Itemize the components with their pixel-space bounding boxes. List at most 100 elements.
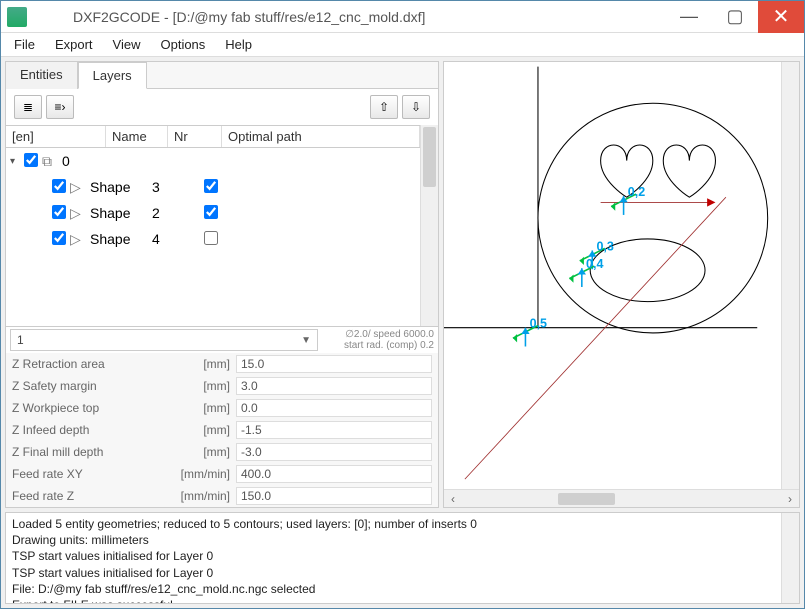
log-scrollbar[interactable]: [781, 513, 799, 603]
param-label: Feed rate XY: [12, 467, 172, 481]
param-value[interactable]: -1.5: [236, 421, 432, 439]
opt-checkbox[interactable]: [204, 231, 218, 245]
row-nr: 3: [152, 179, 204, 195]
svg-text:0,3: 0,3: [596, 239, 613, 253]
shape-icon: ▷: [70, 205, 90, 222]
tool-info-line1: ∅2.0/ speed 6000.0: [324, 329, 434, 340]
tool-row: 1 ▼ ∅2.0/ speed 6000.0 start rad. (comp)…: [6, 326, 438, 353]
close-button[interactable]: ✕: [758, 1, 804, 33]
param-unit: [mm]: [172, 445, 236, 459]
param-label: Z Retraction area: [12, 357, 172, 371]
param-unit: [mm]: [172, 401, 236, 415]
param-unit: [mm/min]: [172, 489, 236, 503]
col-opt[interactable]: Optimal path: [222, 126, 420, 147]
expander-icon[interactable]: ▾: [10, 156, 24, 167]
param-unit: [mm]: [172, 423, 236, 437]
upper-area: Entities Layers ≣ ≡› ⇧ ⇩ [en] Name Nr: [1, 57, 804, 512]
svg-text:0,4: 0,4: [586, 257, 603, 271]
left-panel: Entities Layers ≣ ≡› ⇧ ⇩ [en] Name Nr: [5, 61, 439, 508]
layer-toolbar: ≣ ≡› ⇧ ⇩: [6, 89, 438, 125]
canvas-hscroll[interactable]: ‹ ›: [444, 489, 799, 507]
minimize-button[interactable]: —: [666, 1, 712, 33]
tree-header: [en] Name Nr Optimal path: [6, 125, 420, 148]
param-value[interactable]: -3.0: [236, 443, 432, 461]
opt-checkbox[interactable]: [204, 205, 218, 219]
row-name: Shape: [90, 231, 152, 247]
titlebar: DXF2GCODE - [D:/@my fab stuff/res/e12_cn…: [1, 1, 804, 33]
param-value[interactable]: 150.0: [236, 487, 432, 505]
log-line: TSP start values initialised for Layer 0: [12, 548, 793, 564]
tree-area: [en] Name Nr Optimal path ▾ ⧉ 0 ▷ Shape …: [6, 125, 438, 326]
row-name: 0: [62, 153, 124, 169]
row-nr: 4: [152, 231, 204, 247]
param-value[interactable]: 15.0: [236, 355, 432, 373]
log-line: TSP start values initialised for Layer 0: [12, 565, 793, 581]
shape-icon: ▷: [70, 231, 90, 248]
param-unit: [mm]: [172, 357, 236, 371]
col-name[interactable]: Name: [106, 126, 168, 147]
maximize-button[interactable]: ▢: [712, 1, 758, 33]
param-value[interactable]: 3.0: [236, 377, 432, 395]
tab-layers[interactable]: Layers: [78, 62, 147, 89]
enable-checkbox[interactable]: [52, 179, 66, 193]
param-value[interactable]: 0.0: [236, 399, 432, 417]
param-unit: [mm]: [172, 379, 236, 393]
window-title: DXF2GCODE - [D:/@my fab stuff/res/e12_cn…: [33, 9, 666, 25]
row-name: Shape: [90, 179, 152, 195]
tree-row[interactable]: ▷ Shape 4: [6, 226, 420, 252]
enable-checkbox[interactable]: [52, 205, 66, 219]
enable-checkbox[interactable]: [52, 231, 66, 245]
align-arrow-button[interactable]: ≡›: [46, 95, 74, 119]
log-line: Loaded 5 entity geometries; reduced to 5…: [12, 516, 793, 532]
menu-help[interactable]: Help: [216, 35, 261, 54]
tree-scrollbar[interactable]: [420, 125, 438, 326]
menu-view[interactable]: View: [104, 35, 150, 54]
tab-entities[interactable]: Entities: [6, 62, 78, 89]
menu-options[interactable]: Options: [151, 35, 214, 54]
shape-icon: ⧉: [42, 153, 62, 170]
tool-select-value: 1: [17, 333, 24, 347]
log-line: File: D:/@my fab stuff/res/e12_cnc_mold.…: [12, 581, 793, 597]
row-name: Shape: [90, 205, 152, 221]
param-unit: [mm/min]: [172, 467, 236, 481]
menubar: File Export View Options Help: [1, 33, 804, 57]
param-row: Z Safety margin [mm] 3.0: [6, 375, 438, 397]
param-value[interactable]: 400.0: [236, 465, 432, 483]
scroll-right-icon[interactable]: ›: [781, 492, 799, 506]
up-icon: ⇧: [379, 100, 389, 114]
app-window: DXF2GCODE - [D:/@my fab stuff/res/e12_cn…: [0, 0, 805, 609]
scroll-left-icon[interactable]: ‹: [444, 492, 462, 506]
align-left-button[interactable]: ≣: [14, 95, 42, 119]
param-label: Z Safety margin: [12, 379, 172, 393]
move-up-button[interactable]: ⇧: [370, 95, 398, 119]
log-line: Drawing units: millimeters: [12, 532, 793, 548]
preview-svg: 0,2 0,3 0,4 0,5: [444, 62, 799, 489]
row-nr: 2: [152, 205, 204, 221]
log-line: Export to FILE was successful: [12, 597, 793, 604]
preview-canvas[interactable]: 0,2 0,3 0,4 0,5 ‹: [443, 61, 800, 508]
param-row: Z Final mill depth [mm] -3.0: [6, 441, 438, 463]
chevron-down-icon: ▼: [301, 335, 311, 346]
opt-checkbox[interactable]: [204, 179, 218, 193]
lines-icon: ≣: [23, 100, 33, 114]
menu-file[interactable]: File: [5, 35, 44, 54]
move-down-button[interactable]: ⇩: [402, 95, 430, 119]
param-row: Z Retraction area [mm] 15.0: [6, 353, 438, 375]
tree-row[interactable]: ▷ Shape 3: [6, 174, 420, 200]
menu-export[interactable]: Export: [46, 35, 102, 54]
canvas-vscroll[interactable]: [781, 62, 799, 489]
tool-select[interactable]: 1 ▼: [10, 329, 318, 351]
tool-info-line2: start rad. (comp) 0.2: [324, 340, 434, 351]
col-nr[interactable]: Nr: [168, 126, 222, 147]
down-icon: ⇩: [411, 100, 421, 114]
param-row: Z Workpiece top [mm] 0.0: [6, 397, 438, 419]
param-row: Feed rate Z [mm/min] 150.0: [6, 485, 438, 507]
tree-row[interactable]: ▾ ⧉ 0: [6, 148, 420, 174]
param-label: Feed rate Z: [12, 489, 172, 503]
enable-checkbox[interactable]: [24, 153, 38, 167]
param-table: Z Retraction area [mm] 15.0 Z Safety mar…: [6, 353, 438, 507]
param-label: Z Infeed depth: [12, 423, 172, 437]
col-en[interactable]: [en]: [6, 126, 106, 147]
tree-row[interactable]: ▷ Shape 2: [6, 200, 420, 226]
lines-arrow-icon: ≡›: [55, 100, 66, 114]
